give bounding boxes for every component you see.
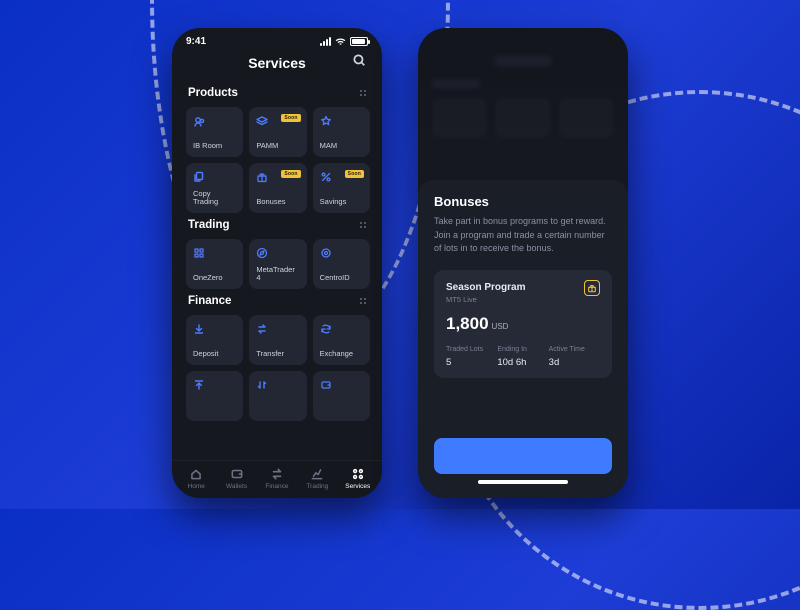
tile-label: MAM — [320, 142, 363, 150]
refresh-icon — [320, 323, 332, 335]
stat-value: 3d — [549, 357, 600, 368]
badge: Soon — [281, 114, 300, 122]
tile-label: MetaTrader 4 — [256, 266, 299, 283]
sheet-title: Bonuses — [434, 194, 612, 209]
tile-mam[interactable]: MAM — [313, 107, 370, 157]
tab-label: Wallets — [226, 483, 247, 490]
section-title-products: Products — [188, 87, 238, 99]
tile-label: Savings — [320, 198, 363, 206]
bonus-amount: 1,800USD — [446, 314, 600, 334]
tile-savings[interactable]: Soon Savings — [313, 163, 370, 213]
tab-finance[interactable]: Finance — [257, 467, 297, 490]
stat: Ending In 10d 6h — [497, 346, 548, 368]
tab-trading[interactable]: Trading — [297, 467, 337, 490]
tile-label: Deposit — [193, 350, 236, 358]
gift-icon — [584, 280, 600, 296]
bonus-card[interactable]: Season Program MT5 Live 1,800USD Traded … — [434, 270, 612, 378]
tile-transfer[interactable]: Transfer — [249, 315, 306, 365]
wifi-icon — [335, 38, 346, 46]
tab-wallets[interactable]: Wallets — [217, 467, 257, 490]
layers-icon — [256, 115, 268, 127]
status-icons — [320, 37, 368, 46]
stat-label: Active Time — [549, 346, 600, 353]
badge: Soon — [281, 170, 300, 178]
bonus-program-sub: MT5 Live — [446, 295, 600, 304]
tile-exchange[interactable]: Exchange — [313, 315, 370, 365]
phone-services: 9:41 Services Products IB Room Soon PAMM MA… — [172, 28, 382, 498]
status-bar: 9:41 — [172, 28, 382, 49]
primary-cta-button[interactable] — [434, 438, 612, 474]
tile-copy-trading[interactable]: Copy Trading — [186, 163, 243, 213]
tile-label: Copy Trading — [193, 190, 236, 207]
tile-label: OneZero — [193, 274, 236, 282]
updown-icon — [256, 379, 268, 391]
page-header: Services — [172, 49, 382, 81]
upload-icon — [193, 379, 205, 391]
tile-label: Exchange — [320, 350, 363, 358]
drag-handle-icon[interactable] — [358, 220, 368, 230]
sheet-description: Take part in bonus programs to get rewar… — [434, 215, 612, 256]
tile-deposit[interactable]: Deposit — [186, 315, 243, 365]
download-icon — [193, 323, 205, 335]
swap-icon — [256, 323, 268, 335]
tab-services[interactable]: Services — [338, 467, 378, 490]
stat-value: 10d 6h — [497, 357, 548, 368]
tab-label: Home — [188, 483, 205, 490]
stat: Active Time 3d — [549, 346, 600, 368]
stat-value: 5 — [446, 357, 497, 368]
badge: Soon — [345, 170, 364, 178]
tab-label: Finance — [265, 483, 288, 490]
tile-bonuses[interactable]: Soon Bonuses — [249, 163, 306, 213]
tile-label: PAMM — [256, 142, 299, 150]
services-scroll[interactable]: Products IB Room Soon PAMM MAM Copy Trading S… — [172, 81, 382, 460]
compass-icon — [256, 247, 268, 259]
copy-icon — [193, 171, 205, 183]
tile-label: CentroID — [320, 274, 363, 282]
tile-label: Bonuses — [256, 198, 299, 206]
bonus-program-name: Season Program — [446, 282, 600, 293]
search-button[interactable] — [352, 53, 368, 69]
dimmed-background — [418, 28, 628, 180]
battery-icon — [350, 37, 368, 46]
tile-centroid[interactable]: CentroID — [313, 239, 370, 289]
tab-bar: Home Wallets Finance Trading Services — [172, 460, 382, 498]
tab-label: Trading — [306, 483, 328, 490]
people-icon — [193, 115, 205, 127]
tile-withdraw[interactable] — [186, 371, 243, 421]
target-icon — [320, 247, 332, 259]
tile-pamm[interactable]: Soon PAMM — [249, 107, 306, 157]
grid-icon — [193, 247, 205, 259]
stat: Traded Lots 5 — [446, 346, 497, 368]
gift-icon — [256, 171, 268, 183]
section-title-finance: Finance — [188, 295, 231, 307]
tile-ib-room[interactable]: IB Room — [186, 107, 243, 157]
tile-label: Transfer — [256, 350, 299, 358]
tile-label: IB Room — [193, 142, 236, 150]
page-title: Services — [248, 55, 306, 71]
drag-handle-icon[interactable] — [358, 88, 368, 98]
star-icon — [320, 115, 332, 127]
tile-sort[interactable] — [249, 371, 306, 421]
tab-home[interactable]: Home — [176, 467, 216, 490]
tab-label: Services — [345, 483, 370, 490]
tile-onezero[interactable]: OneZero — [186, 239, 243, 289]
signal-icon — [320, 37, 331, 46]
stat-label: Ending In — [497, 346, 548, 353]
section-title-trading: Trading — [188, 219, 230, 231]
stat-label: Traded Lots — [446, 346, 497, 353]
tile-metatrader4[interactable]: MetaTrader 4 — [249, 239, 306, 289]
drag-handle-icon[interactable] — [358, 296, 368, 306]
bottom-sheet: Bonuses Take part in bonus programs to g… — [418, 180, 628, 498]
home-indicator — [478, 480, 568, 484]
status-time: 9:41 — [186, 36, 206, 47]
phone-bonuses: Bonuses Take part in bonus programs to g… — [418, 28, 628, 498]
tile-wallet[interactable] — [313, 371, 370, 421]
percent-icon — [320, 171, 332, 183]
wallet-icon — [320, 379, 332, 391]
